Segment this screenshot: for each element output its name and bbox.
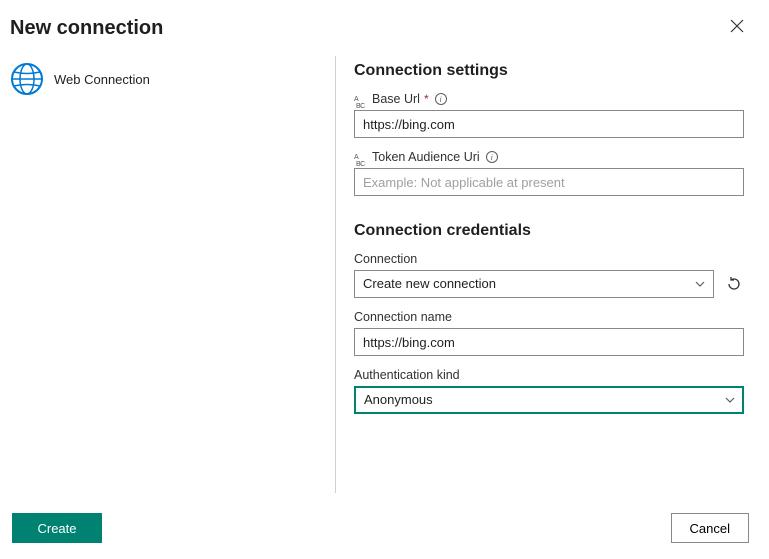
- input-token-audience[interactable]: [354, 168, 744, 196]
- label-connection-name: Connection name: [354, 310, 744, 324]
- dialog-footer: Create Cancel: [0, 503, 769, 559]
- dialog-body: Web Connection Connection settings ABC B…: [0, 52, 769, 503]
- select-connection-value: Create new connection: [354, 270, 714, 298]
- select-auth-kind[interactable]: Anonymous: [354, 386, 744, 414]
- label-token-audience: ABC Token Audience Uri i: [354, 150, 744, 164]
- label-text-token-audience: Token Audience Uri: [372, 150, 480, 164]
- field-base-url: ABC Base Url * i: [354, 92, 744, 138]
- required-marker: *: [424, 92, 429, 106]
- select-auth-kind-value: Anonymous: [354, 386, 744, 414]
- label-text-base-url: Base Url: [372, 92, 420, 106]
- label-text-connection-name: Connection name: [354, 310, 452, 324]
- field-auth-kind: Authentication kind Anonymous: [354, 368, 744, 414]
- refresh-button[interactable]: [724, 274, 744, 294]
- row-connection: Create new connection: [354, 270, 744, 298]
- connection-type-label: Web Connection: [54, 72, 150, 87]
- label-connection: Connection: [354, 252, 744, 266]
- label-text-auth-kind: Authentication kind: [354, 368, 460, 382]
- connection-type-item[interactable]: Web Connection: [10, 62, 325, 96]
- label-auth-kind: Authentication kind: [354, 368, 744, 382]
- info-icon[interactable]: i: [486, 151, 498, 163]
- input-connection-name[interactable]: [354, 328, 744, 356]
- dialog-header: New connection: [0, 0, 769, 52]
- section-title-credentials: Connection credentials: [354, 222, 744, 240]
- new-connection-dialog: New connection Web Connection Connection…: [0, 0, 769, 559]
- close-icon[interactable]: [725, 14, 749, 42]
- dialog-title: New connection: [10, 17, 163, 40]
- select-connection[interactable]: Create new connection: [354, 270, 714, 298]
- cancel-button[interactable]: Cancel: [671, 513, 749, 543]
- left-panel: Web Connection: [0, 52, 335, 503]
- right-panel: Connection settings ABC Base Url * i ABC…: [336, 52, 769, 503]
- section-title-settings: Connection settings: [354, 62, 744, 80]
- label-base-url: ABC Base Url * i: [354, 92, 744, 106]
- field-connection-name: Connection name: [354, 310, 744, 356]
- create-button[interactable]: Create: [12, 513, 102, 543]
- info-icon[interactable]: i: [435, 93, 447, 105]
- label-text-connection: Connection: [354, 252, 417, 266]
- field-connection: Connection Create new connection: [354, 252, 744, 298]
- field-token-audience: ABC Token Audience Uri i: [354, 150, 744, 196]
- globe-icon: [10, 62, 44, 96]
- input-base-url[interactable]: [354, 110, 744, 138]
